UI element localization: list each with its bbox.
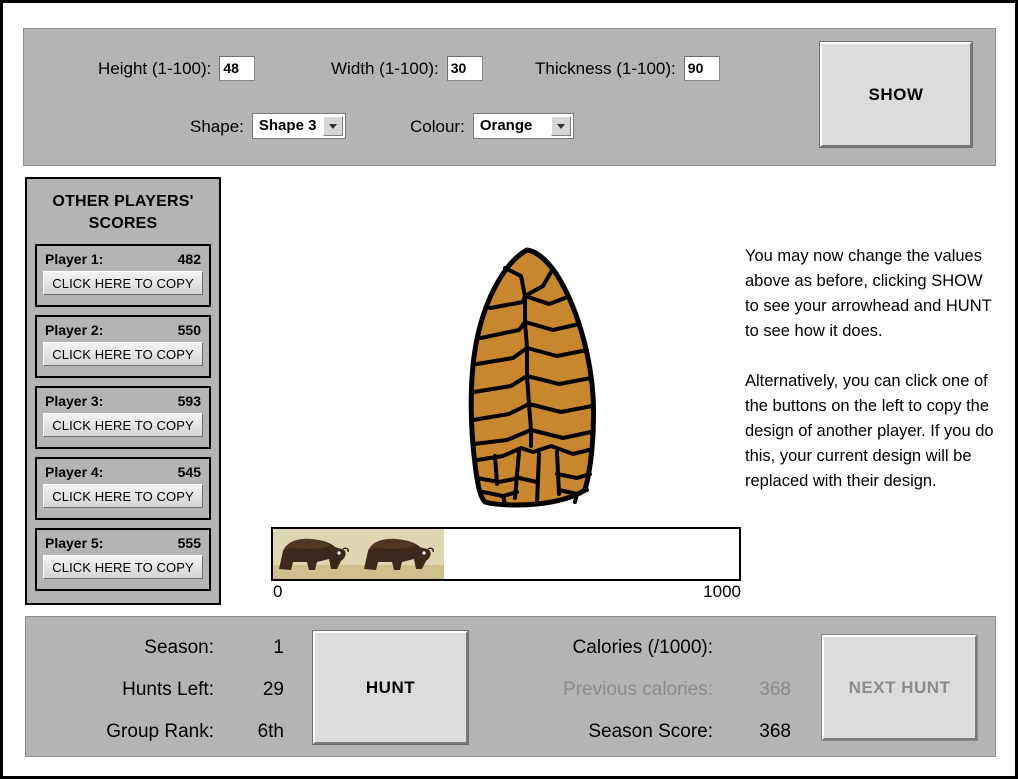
colour-label: Colour: — [410, 116, 465, 136]
previous-calories-row: Previous calories: 368 — [481, 679, 791, 721]
player-card: Player 1: 482 CLICK HERE TO COPY — [35, 244, 211, 307]
player-score: 593 — [177, 393, 201, 409]
player-name: Player 3: — [45, 393, 104, 409]
player-score-row: Player 5: 555 — [43, 534, 203, 551]
colour-field-group: Colour: Orange — [410, 111, 574, 141]
next-hunt-button[interactable]: NEXT HUNT — [821, 634, 978, 741]
player-card: Player 4: 545 CLICK HERE TO COPY — [35, 457, 211, 520]
player-score: 550 — [177, 322, 201, 338]
calorie-scale: 0 1000 — [271, 582, 741, 606]
player-card: Player 3: 593 CLICK HERE TO COPY — [35, 386, 211, 449]
player-score: 555 — [177, 535, 201, 551]
height-label: Height (1-100): — [98, 58, 212, 78]
copy-design-button[interactable]: CLICK HERE TO COPY — [43, 271, 203, 295]
height-input[interactable] — [219, 55, 256, 81]
colour-dropdown[interactable]: Orange — [472, 113, 574, 139]
instructions-paragraph-2: Alternatively, you can click one of the … — [745, 372, 994, 490]
group-rank-row: Group Rank: 6th — [54, 721, 284, 763]
arrowhead-graphic — [468, 247, 597, 508]
player-name: Player 4: — [45, 464, 104, 480]
player-name: Player 2: — [45, 322, 104, 338]
season-row: Season: 1 — [54, 637, 284, 679]
copy-design-button[interactable]: CLICK HERE TO COPY — [43, 555, 203, 579]
width-label: Width (1-100): — [331, 58, 439, 78]
colour-dropdown-value: Orange — [479, 117, 533, 134]
previous-calories-label: Previous calories: — [563, 679, 713, 700]
calorie-min-label: 0 — [273, 582, 283, 601]
player-score-row: Player 1: 482 — [43, 250, 203, 267]
hunts-left-label: Hunts Left: — [122, 679, 214, 700]
arrowhead-display — [433, 246, 633, 514]
season-score-label: Season Score: — [588, 721, 713, 742]
instructions-panel: You may now change the values above as b… — [745, 244, 995, 494]
calorie-progress-fill — [273, 529, 445, 579]
calorie-max-label: 1000 — [703, 582, 741, 601]
calories-label: Calories (/1000): — [572, 637, 713, 658]
season-score-value: 368 — [759, 721, 791, 742]
copy-design-button[interactable]: CLICK HERE TO COPY — [43, 413, 203, 437]
player-score: 482 — [177, 251, 201, 267]
shape-dropdown-value: Shape 3 — [258, 117, 317, 134]
player-name: Player 5: — [45, 535, 104, 551]
thickness-field-group: Thickness (1-100): — [535, 53, 720, 83]
width-input[interactable] — [446, 55, 483, 81]
season-value: 1 — [273, 637, 284, 658]
previous-calories-value: 368 — [759, 679, 791, 700]
chevron-down-icon[interactable] — [550, 116, 571, 136]
shape-dropdown[interactable]: Shape 3 — [251, 113, 346, 139]
other-players-scores-panel: OTHER PLAYERS' SCORES Player 1: 482 CLIC… — [25, 177, 221, 605]
hunt-button[interactable]: HUNT — [312, 630, 469, 745]
player-card: Player 5: 555 CLICK HERE TO COPY — [35, 528, 211, 591]
bison-icon — [443, 529, 445, 579]
thickness-input[interactable] — [683, 55, 720, 81]
instructions-paragraph-1: You may now change the values above as b… — [745, 247, 992, 340]
copy-design-button[interactable]: CLICK HERE TO COPY — [43, 342, 203, 366]
width-field-group: Width (1-100): — [331, 53, 483, 83]
design-controls-panel: Height (1-100): Width (1-100): Thickness… — [23, 28, 996, 166]
sidebar-title: OTHER PLAYERS' SCORES — [52, 193, 194, 232]
calories-header-row: Calories (/1000): — [481, 637, 791, 679]
player-name: Player 1: — [45, 251, 104, 267]
copy-design-button[interactable]: CLICK HERE TO COPY — [43, 484, 203, 508]
group-rank-value: 6th — [257, 721, 284, 742]
shape-label: Shape: — [190, 116, 244, 136]
season-score-row: Season Score: 368 — [481, 721, 791, 763]
hunts-left-value: 29 — [262, 679, 284, 700]
player-score-row: Player 3: 593 — [43, 392, 203, 409]
season-label: Season: — [144, 637, 214, 658]
status-panel: Season: 1 Hunts Left: 29 Group Rank: 6th… — [25, 616, 996, 757]
thickness-label: Thickness (1-100): — [535, 58, 676, 78]
calorie-progress-section: 0 1000 — [271, 527, 741, 606]
player-score-row: Player 2: 550 — [43, 321, 203, 338]
calorie-stats-group: Calories (/1000): Previous calories: 368… — [481, 637, 791, 763]
player-score-row: Player 4: 545 — [43, 463, 203, 480]
show-button[interactable]: SHOW — [819, 41, 973, 148]
player-score: 545 — [177, 464, 201, 480]
group-rank-label: Group Rank: — [106, 721, 214, 742]
application-window: Height (1-100): Width (1-100): Thickness… — [0, 0, 1018, 779]
hunts-left-row: Hunts Left: 29 — [54, 679, 284, 721]
bison-icon — [273, 529, 358, 579]
height-field-group: Height (1-100): — [98, 53, 256, 83]
calorie-progress-bar — [271, 527, 741, 581]
season-stats-group: Season: 1 Hunts Left: 29 Group Rank: 6th — [54, 637, 284, 763]
shape-field-group: Shape: Shape 3 — [190, 111, 346, 141]
player-card: Player 2: 550 CLICK HERE TO COPY — [35, 315, 211, 378]
bison-icon — [358, 529, 443, 579]
chevron-down-icon[interactable] — [322, 116, 343, 136]
